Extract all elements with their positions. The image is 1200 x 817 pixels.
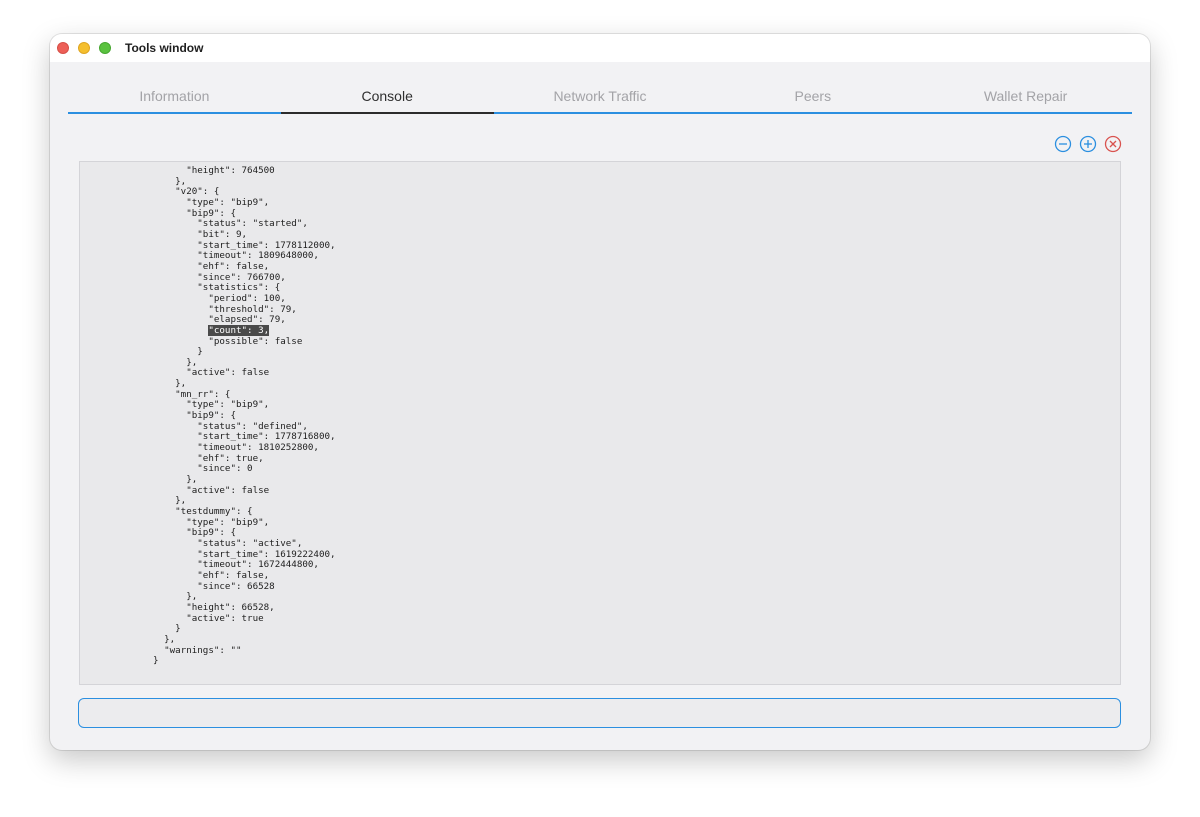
console-text: "height": 764500 }, "v20": { "type": "bi… (153, 165, 336, 667)
console-lines-after: "possible": false } }, "active": false }… (153, 335, 336, 667)
tab-bar: Information Console Network Traffic Peer… (68, 84, 1132, 114)
tab-network-traffic[interactable]: Network Traffic (494, 84, 707, 112)
minimize-window-button[interactable] (78, 42, 90, 54)
console-command-input[interactable] (78, 698, 1121, 728)
console-toolbar (1054, 135, 1122, 153)
zoom-out-icon[interactable] (1054, 135, 1072, 153)
title-bar: Tools window (50, 34, 1150, 62)
console-output[interactable]: "height": 764500 }, "v20": { "type": "bi… (79, 161, 1121, 685)
selected-text: "count": 3, (208, 324, 270, 336)
zoom-in-icon[interactable] (1079, 135, 1097, 153)
window-title: Tools window (125, 41, 204, 55)
tab-wallet-repair[interactable]: Wallet Repair (919, 84, 1132, 112)
tools-window: Tools window Information Console Network… (50, 34, 1150, 750)
tab-information[interactable]: Information (68, 84, 281, 112)
maximize-window-button[interactable] (99, 42, 111, 54)
console-lines-before: "height": 764500 }, "v20": { "type": "bi… (175, 165, 336, 326)
close-window-button[interactable] (57, 42, 69, 54)
clear-console-icon[interactable] (1104, 135, 1122, 153)
tab-peers[interactable]: Peers (706, 84, 919, 112)
tab-console[interactable]: Console (280, 84, 494, 114)
